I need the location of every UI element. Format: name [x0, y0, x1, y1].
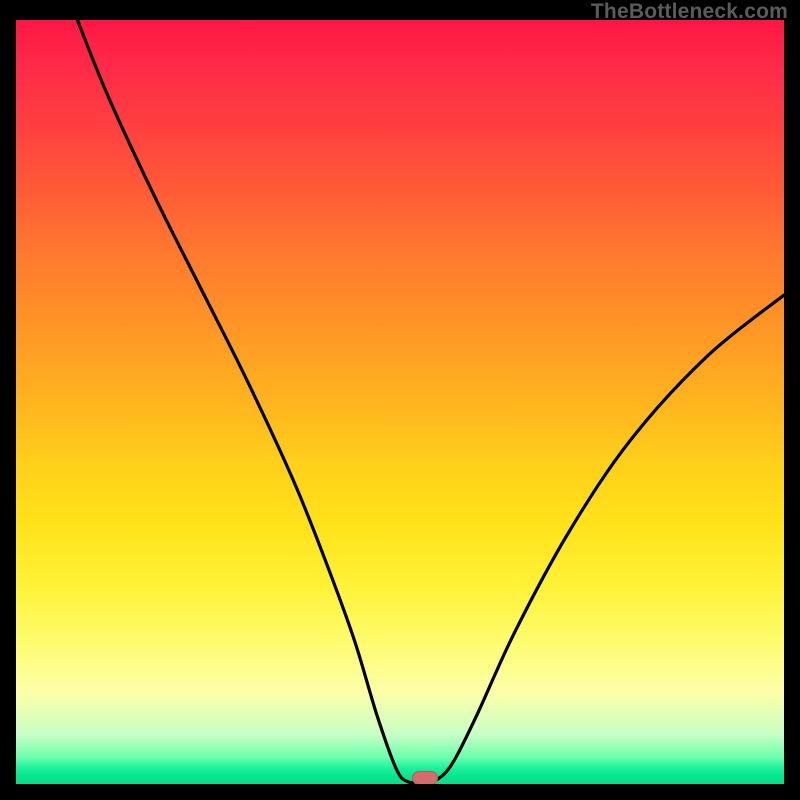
- watermark-text: TheBottleneck.com: [591, 0, 788, 24]
- plot-area: [16, 20, 784, 784]
- optimum-marker: [412, 771, 438, 784]
- bottleneck-curve: [16, 20, 784, 784]
- chart-frame: TheBottleneck.com: [0, 0, 800, 800]
